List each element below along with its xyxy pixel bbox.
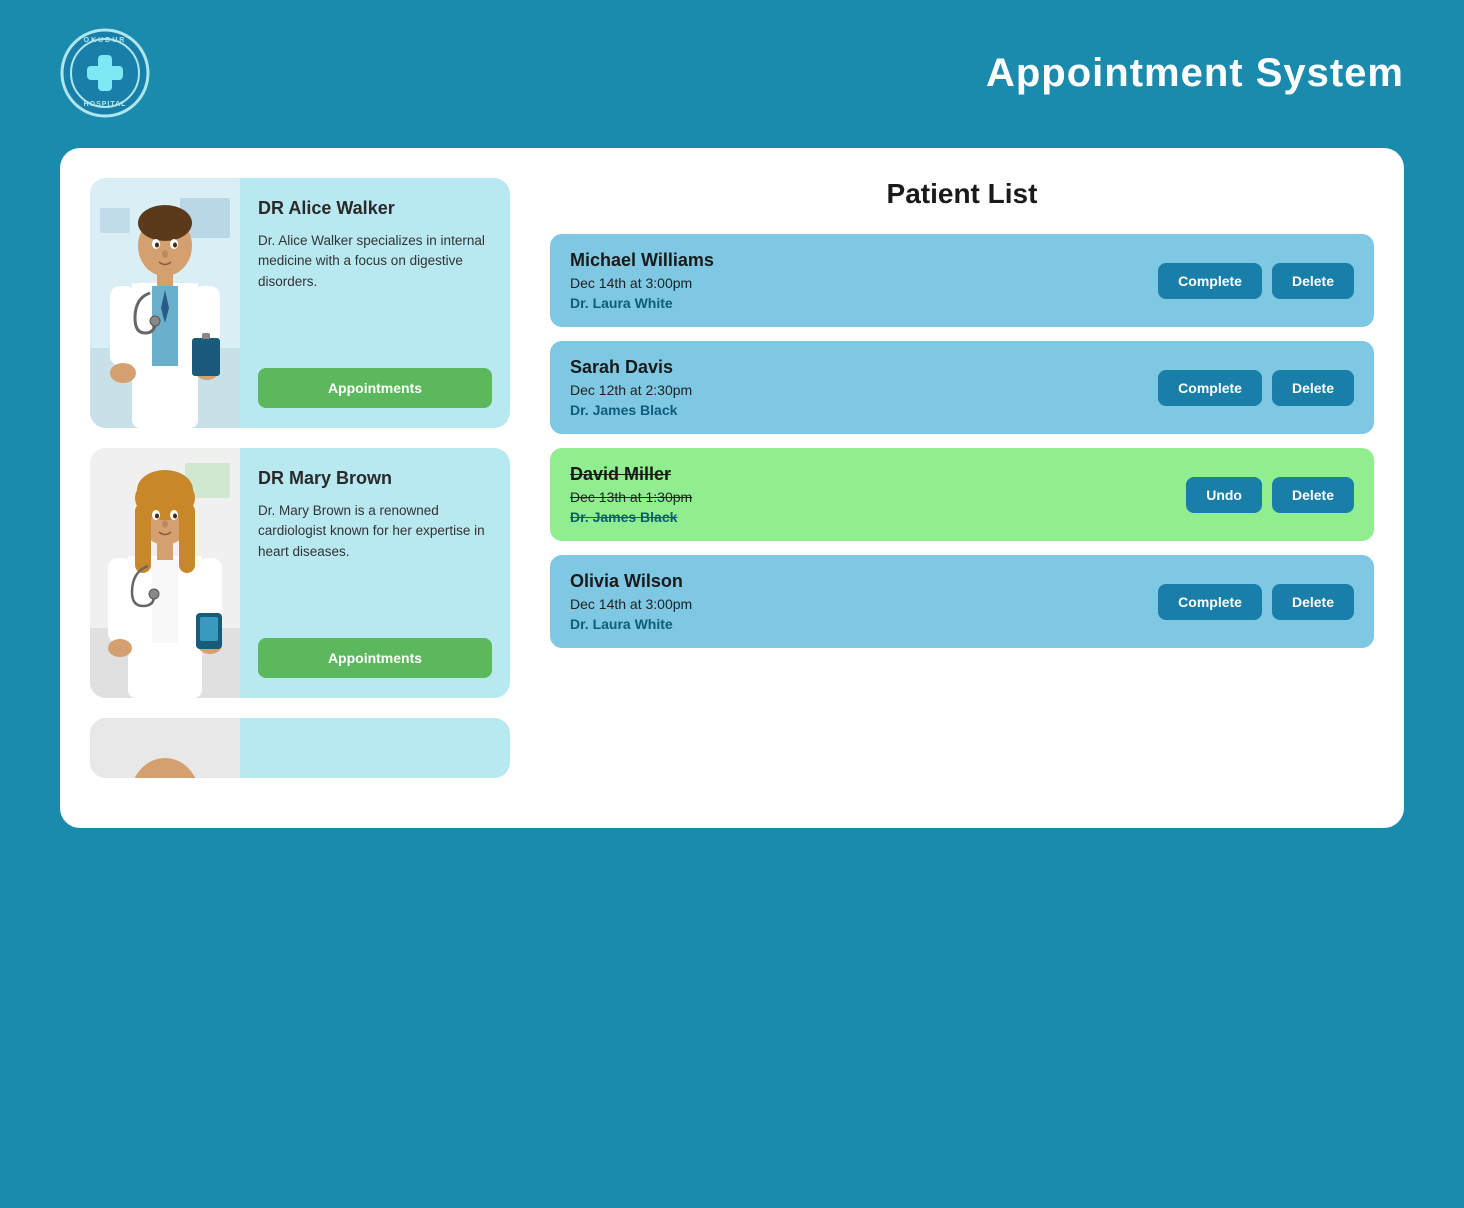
- patient-card-3: Olivia Wilson Dec 14th at 3:00pm Dr. Lau…: [550, 555, 1374, 648]
- doctor-name-2: DR Mary Brown: [258, 468, 492, 489]
- doctor-card-1: DR Alice Walker Dr. Alice Walker special…: [90, 178, 510, 428]
- patient-datetime-1: Dec 12th at 2:30pm: [570, 382, 692, 398]
- main-card: DR Alice Walker Dr. Alice Walker special…: [60, 148, 1404, 828]
- complete-btn-3[interactable]: Complete: [1158, 584, 1262, 620]
- patient-doctor-1: Dr. James Black: [570, 402, 692, 418]
- appointments-btn-2[interactable]: Appointments: [258, 638, 492, 678]
- doctor-desc-2: Dr. Mary Brown is a renowned cardiologis…: [258, 501, 492, 562]
- patient-card-2: David Miller Dec 13th at 1:30pm Dr. Jame…: [550, 448, 1374, 541]
- delete-btn-2[interactable]: Delete: [1272, 477, 1354, 513]
- complete-btn-0[interactable]: Complete: [1158, 263, 1262, 299]
- doctor-info-1: DR Alice Walker Dr. Alice Walker special…: [240, 178, 510, 428]
- delete-btn-3[interactable]: Delete: [1272, 584, 1354, 620]
- doctor-card-partial: [90, 718, 510, 778]
- doctor-photo-partial: [90, 718, 240, 778]
- doctor-info-2: DR Mary Brown Dr. Mary Brown is a renown…: [240, 448, 510, 698]
- doctor-name-1: DR Alice Walker: [258, 198, 492, 219]
- patient-actions-0: Complete Delete: [1158, 263, 1354, 299]
- complete-btn-1[interactable]: Complete: [1158, 370, 1262, 406]
- patient-doctor-3: Dr. Laura White: [570, 616, 692, 632]
- doctor-desc-1: Dr. Alice Walker specializes in internal…: [258, 231, 492, 292]
- male-doctor-svg: [90, 178, 240, 428]
- doctor-list: DR Alice Walker Dr. Alice Walker special…: [90, 178, 510, 798]
- patient-doctor-2: Dr. James Black: [570, 509, 692, 525]
- header: OKUDUR HOSPITAL Appointment System: [0, 0, 1464, 138]
- patient-datetime-3: Dec 14th at 3:00pm: [570, 596, 692, 612]
- undo-btn-2[interactable]: Undo: [1186, 477, 1262, 513]
- patient-name-2: David Miller: [570, 464, 692, 485]
- svg-text:OKUDUR: OKUDUR: [84, 37, 127, 44]
- patient-info-0: Michael Williams Dec 14th at 3:00pm Dr. …: [570, 250, 714, 311]
- doctor-info-partial: [240, 718, 510, 778]
- doctor-card-2: DR Mary Brown Dr. Mary Brown is a renown…: [90, 448, 510, 698]
- logo-svg: OKUDUR HOSPITAL: [60, 28, 150, 118]
- patient-doctor-0: Dr. Laura White: [570, 295, 714, 311]
- logo: OKUDUR HOSPITAL: [60, 28, 150, 118]
- appointments-btn-1[interactable]: Appointments: [258, 368, 492, 408]
- patient-info-2: David Miller Dec 13th at 1:30pm Dr. Jame…: [570, 464, 692, 525]
- patient-info-1: Sarah Davis Dec 12th at 2:30pm Dr. James…: [570, 357, 692, 418]
- patient-info-3: Olivia Wilson Dec 14th at 3:00pm Dr. Lau…: [570, 571, 692, 632]
- patient-datetime-2: Dec 13th at 1:30pm: [570, 489, 692, 505]
- partial-doctor-svg: [90, 718, 240, 778]
- delete-btn-0[interactable]: Delete: [1272, 263, 1354, 299]
- patient-name-0: Michael Williams: [570, 250, 714, 271]
- doctor-photo-2: [90, 448, 240, 698]
- patient-list: Michael Williams Dec 14th at 3:00pm Dr. …: [550, 234, 1374, 648]
- app-title: Appointment System: [986, 51, 1404, 96]
- patient-card-1: Sarah Davis Dec 12th at 2:30pm Dr. James…: [550, 341, 1374, 434]
- female-doctor-svg: [90, 448, 240, 698]
- patient-name-3: Olivia Wilson: [570, 571, 692, 592]
- patient-card-0: Michael Williams Dec 14th at 3:00pm Dr. …: [550, 234, 1374, 327]
- patient-actions-2: Undo Delete: [1186, 477, 1354, 513]
- patient-section: Patient List Michael Williams Dec 14th a…: [550, 178, 1374, 798]
- svg-text:HOSPITAL: HOSPITAL: [84, 101, 127, 108]
- patient-name-1: Sarah Davis: [570, 357, 692, 378]
- patient-datetime-0: Dec 14th at 3:00pm: [570, 275, 714, 291]
- patient-actions-1: Complete Delete: [1158, 370, 1354, 406]
- patient-list-title: Patient List: [550, 178, 1374, 210]
- doctor-photo-1: [90, 178, 240, 428]
- patient-actions-3: Complete Delete: [1158, 584, 1354, 620]
- delete-btn-1[interactable]: Delete: [1272, 370, 1354, 406]
